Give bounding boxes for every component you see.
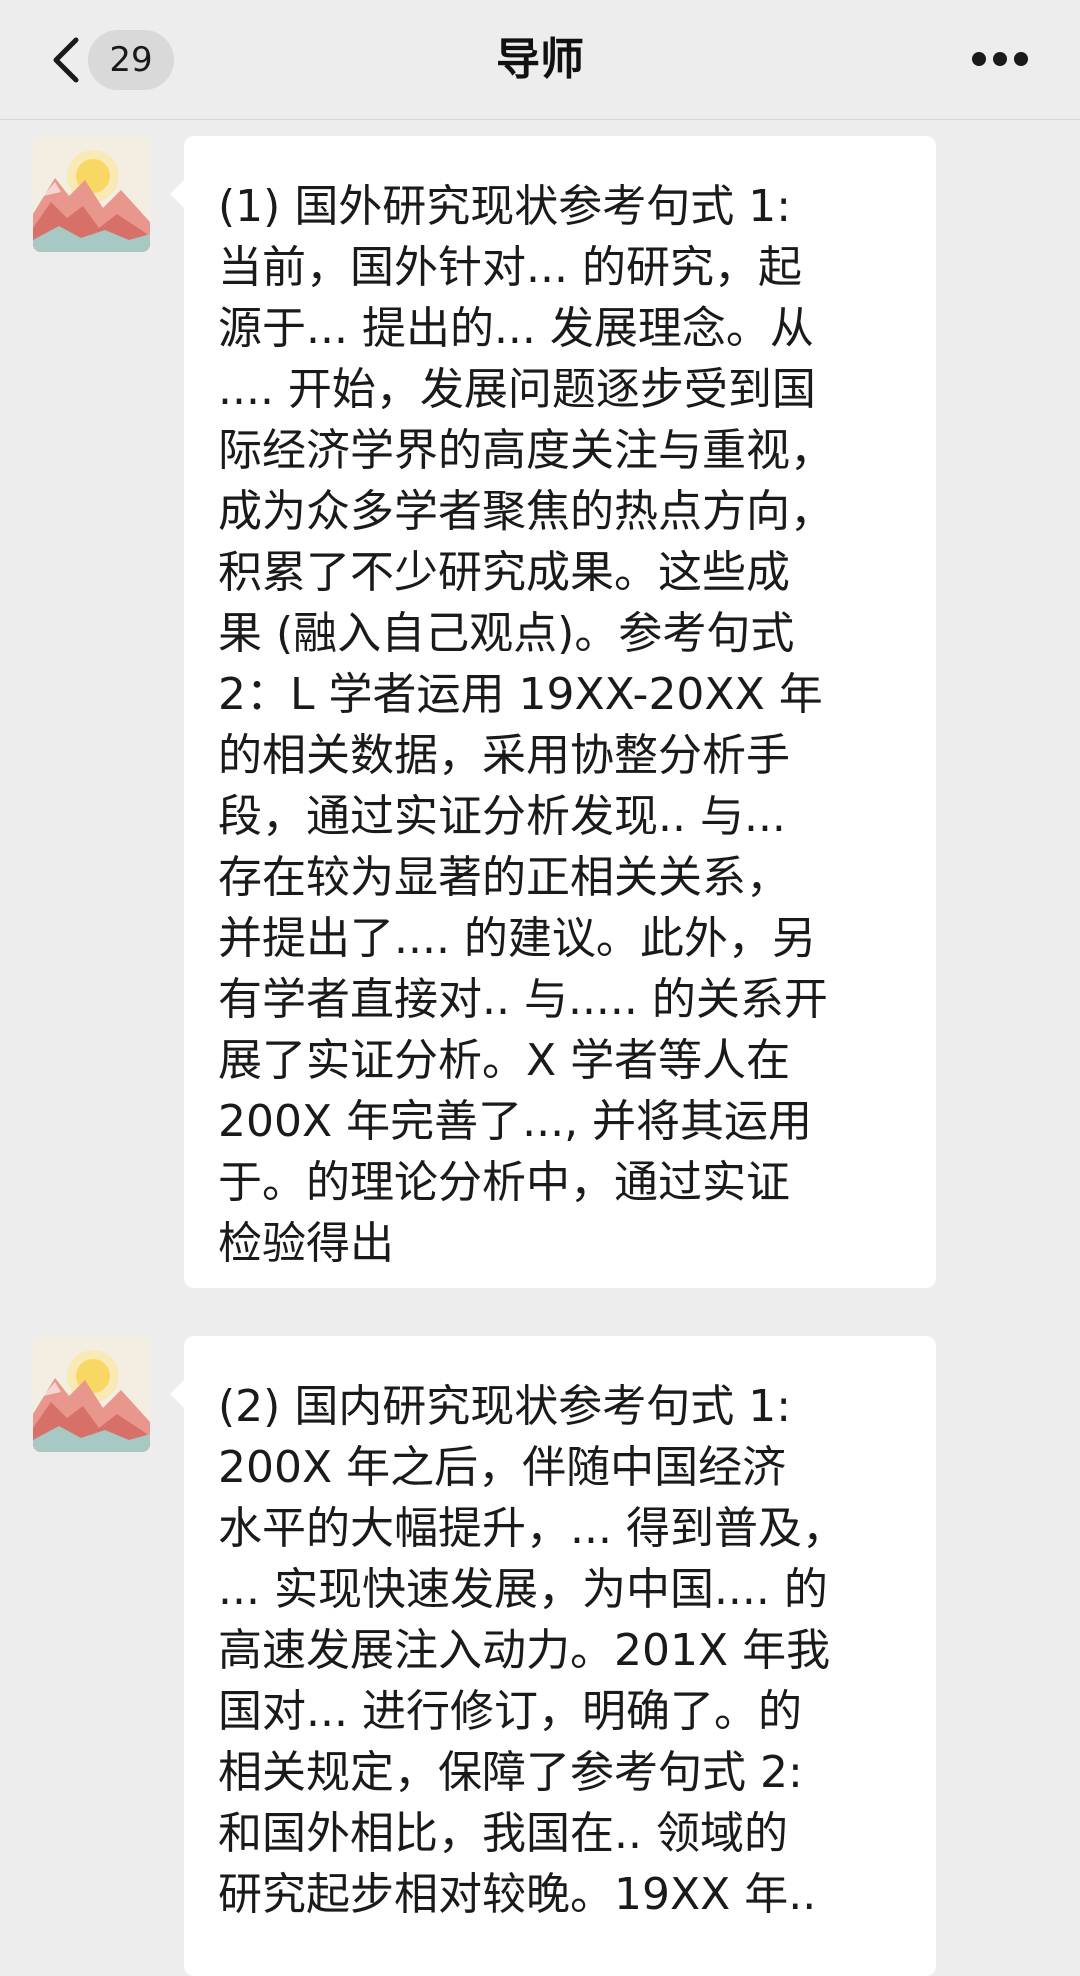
message-text: (2) 国内研究现状参考句式 1: 200X 年之后，伴随中国经济 水平的大幅提… <box>218 1381 846 1920</box>
message-bubble[interactable]: (2) 国内研究现状参考句式 1: 200X 年之后，伴随中国经济 水平的大幅提… <box>170 1336 936 1976</box>
landscape-avatar-icon <box>33 136 150 252</box>
more-options-icon[interactable] <box>972 52 1028 68</box>
landscape-avatar-icon <box>33 1336 150 1452</box>
chat-title: 导师 <box>496 34 584 85</box>
sender-avatar[interactable] <box>33 136 150 252</box>
chat-header: 29 导师 <box>0 0 1080 120</box>
message-text: (1) 国外研究现状参考句式 1: 当前，国外针对... 的研究，起 源于...… <box>218 181 834 1269</box>
message-bubble[interactable]: (1) 国外研究现状参考句式 1: 当前，国外针对... 的研究，起 源于...… <box>170 136 936 1288</box>
sender-avatar[interactable] <box>33 1336 150 1452</box>
